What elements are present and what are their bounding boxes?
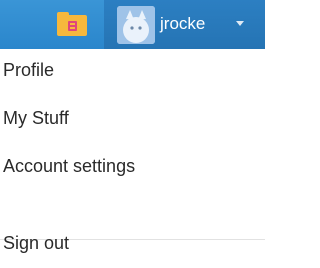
menu-item-label: Profile [3,60,55,80]
user-menu-toggle[interactable]: jrocke [104,0,265,49]
top-navigation-bar: jrocke [0,0,265,49]
menu-item-profile[interactable]: Profile [0,51,265,89]
avatar [117,6,155,44]
user-avatar-icon [117,6,155,44]
menu-item-label: Sign out [3,233,70,253]
menu-item-account-settings[interactable]: Account settings [0,147,265,185]
my-stuff-nav-button[interactable] [20,0,102,49]
username-label: jrocke [160,14,206,33]
folder-stuff-icon [57,12,87,36]
menu-item-label: Account settings [3,156,136,176]
user-dropdown-menu: Profile My Stuff Account settings Sign o… [0,49,265,268]
menu-item-sign-out[interactable]: Sign out [0,224,265,262]
caret-down-icon [236,21,244,26]
menu-item-label: My Stuff [3,108,69,128]
menu-item-my-stuff[interactable]: My Stuff [0,99,265,137]
